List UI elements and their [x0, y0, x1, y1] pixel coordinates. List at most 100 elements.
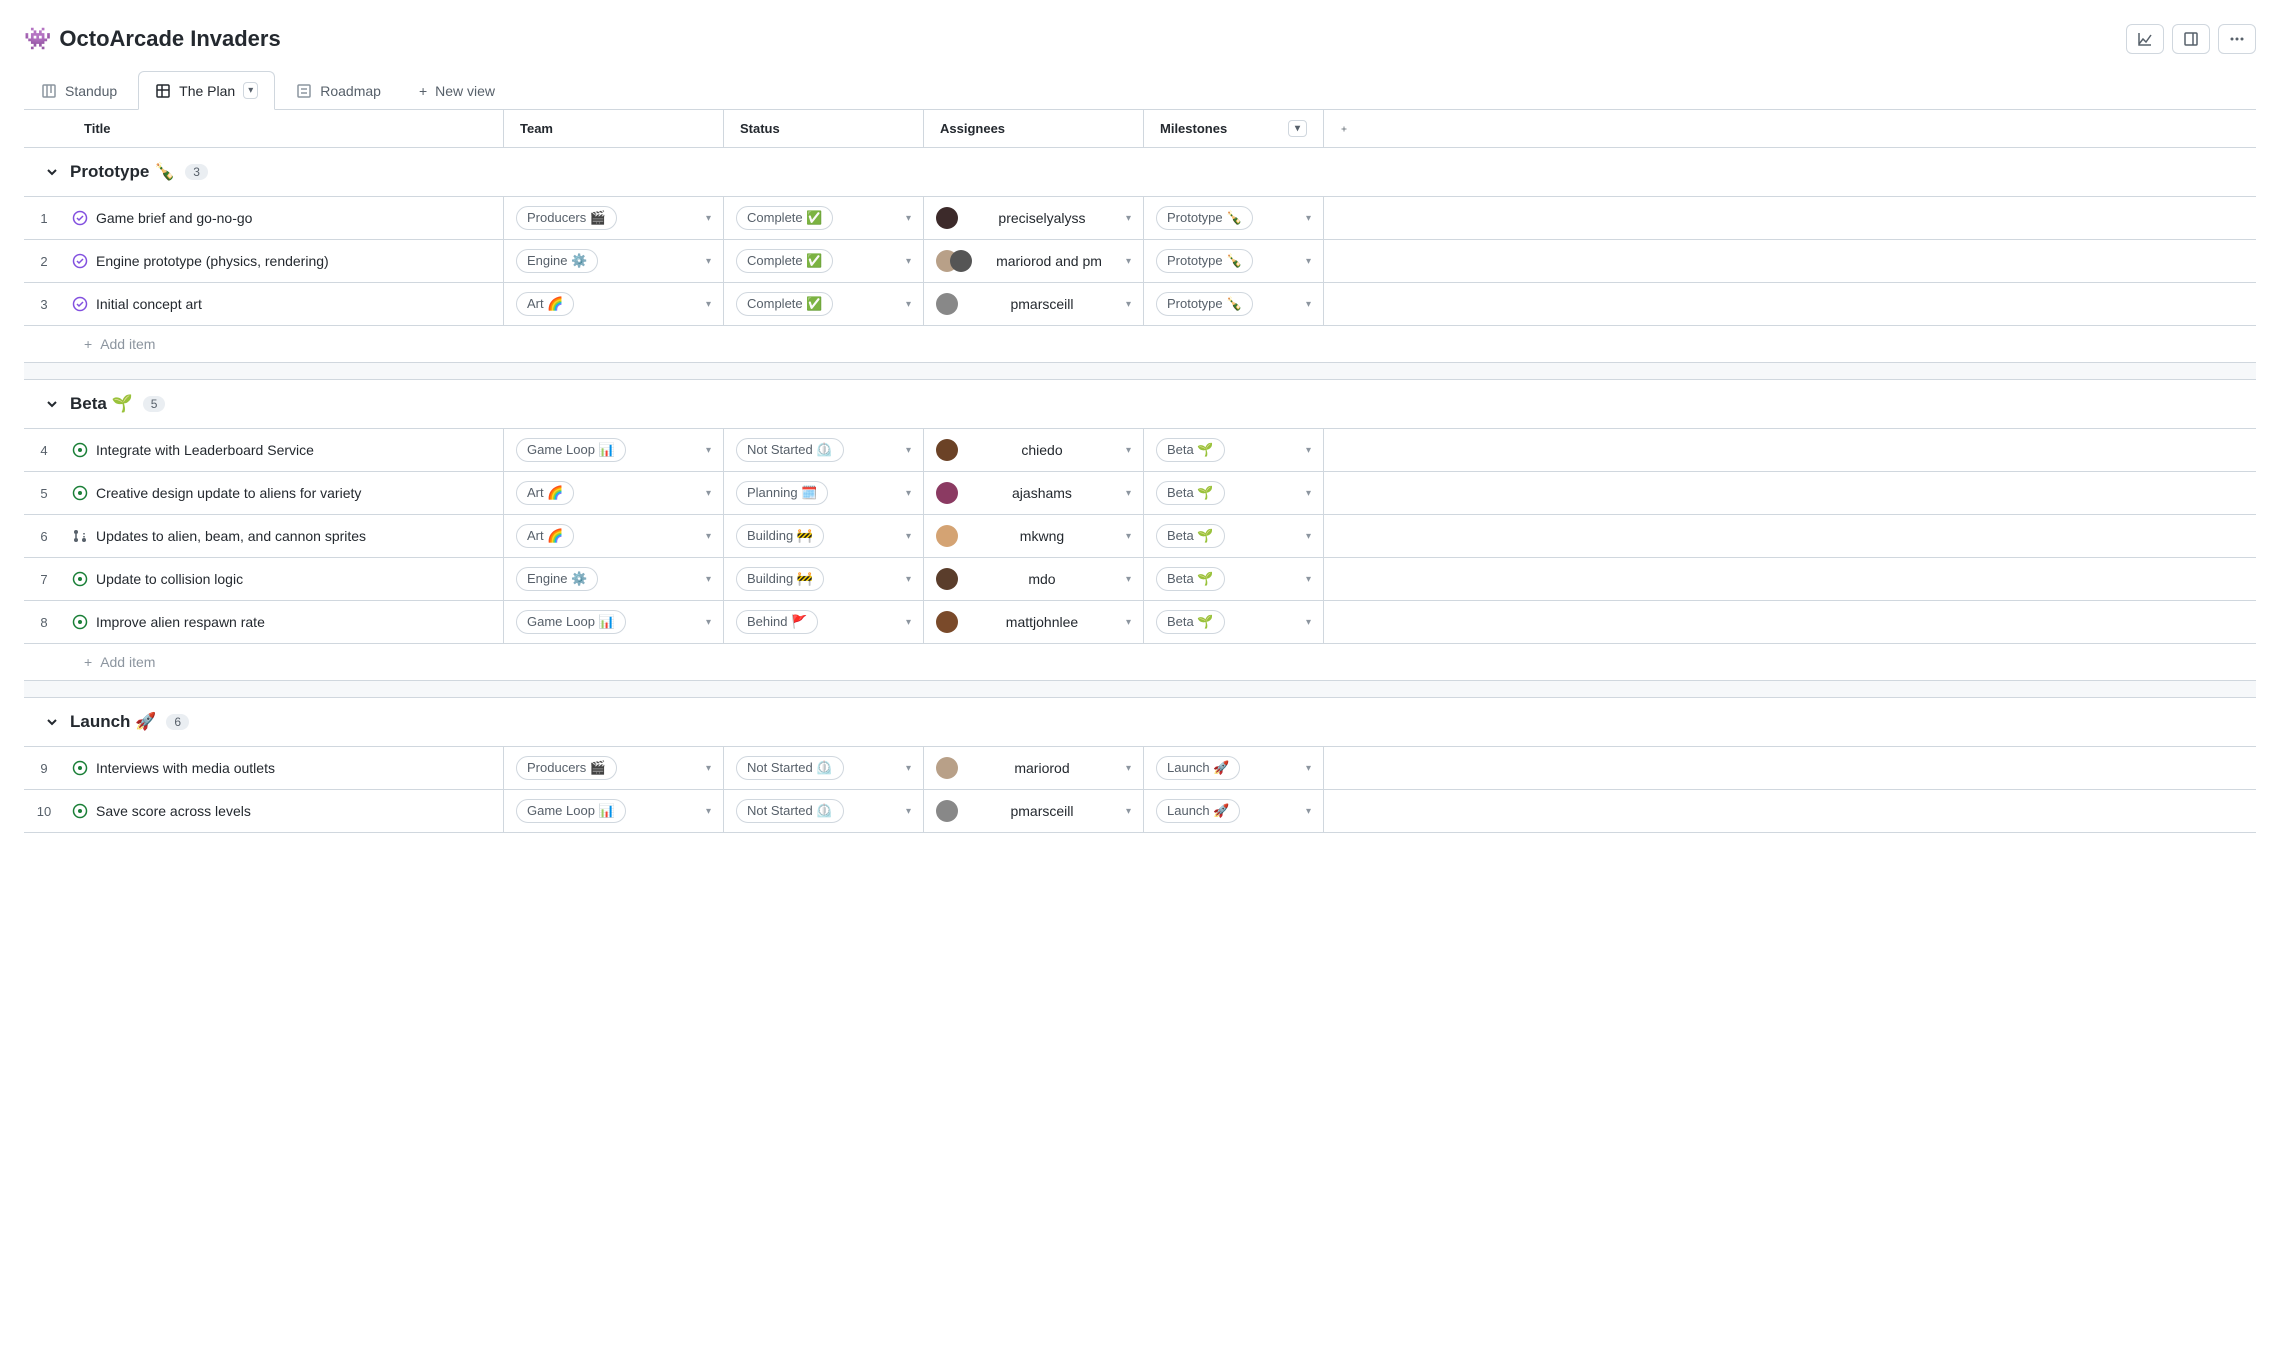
team-pill: Game Loop 📊: [516, 799, 626, 823]
assignees-cell[interactable]: mariorod▾: [924, 747, 1144, 789]
new-view-button[interactable]: + New view: [402, 72, 512, 110]
team-pill: Art 🌈: [516, 524, 574, 548]
group-separator: [24, 362, 2256, 380]
milestone-pill: Prototype 🍾: [1156, 249, 1253, 273]
assignees-cell[interactable]: pmarsceill▾: [924, 790, 1144, 832]
table-row[interactable]: 2Engine prototype (physics, rendering)En…: [24, 239, 2256, 282]
tab-menu-caret[interactable]: ▾: [243, 82, 258, 99]
team-cell[interactable]: Engine ⚙️▾: [504, 558, 724, 600]
milestone-cell[interactable]: Beta 🌱▾: [1144, 601, 1324, 643]
group-separator: [24, 680, 2256, 698]
assignees-cell[interactable]: mariorod and pm▾: [924, 240, 1144, 282]
chevron-down-icon: ▾: [1126, 256, 1131, 267]
team-cell[interactable]: Game Loop 📊▾: [504, 790, 724, 832]
chevron-down-icon: ▾: [906, 445, 911, 456]
tab-roadmap[interactable]: Roadmap: [279, 72, 398, 110]
add-item-button[interactable]: +Add item: [24, 643, 2256, 680]
milestone-pill: Beta 🌱: [1156, 438, 1225, 462]
column-header-status[interactable]: Status: [724, 110, 924, 147]
row-title[interactable]: Updates to alien, beam, and cannon sprit…: [96, 528, 366, 544]
team-cell[interactable]: Art 🌈▾: [504, 515, 724, 557]
column-header-milestones[interactable]: Milestones ▾: [1144, 110, 1324, 147]
insights-button[interactable]: [2126, 24, 2164, 54]
team-cell[interactable]: Game Loop 📊▾: [504, 601, 724, 643]
row-title[interactable]: Interviews with media outlets: [96, 760, 275, 776]
milestone-cell[interactable]: Beta 🌱▾: [1144, 558, 1324, 600]
graph-icon: [2137, 31, 2153, 47]
avatar: [936, 439, 958, 461]
column-header-assignees[interactable]: Assignees: [924, 110, 1144, 147]
status-cell[interactable]: Not Started ⏲️▾: [724, 747, 924, 789]
add-column-button[interactable]: [1324, 110, 1364, 147]
more-button[interactable]: [2218, 24, 2256, 54]
row-title[interactable]: Integrate with Leaderboard Service: [96, 442, 314, 458]
milestone-cell[interactable]: Beta 🌱▾: [1144, 429, 1324, 471]
chevron-down-icon: ▾: [1126, 763, 1131, 774]
issue-open-icon: [72, 803, 88, 819]
milestone-cell[interactable]: Prototype 🍾▾: [1144, 197, 1324, 239]
table-row[interactable]: 3Initial concept artArt 🌈▾Complete ✅▾pma…: [24, 282, 2256, 325]
row-title[interactable]: Initial concept art: [96, 296, 202, 312]
status-cell[interactable]: Not Started ⏲️▾: [724, 790, 924, 832]
milestone-cell[interactable]: Launch 🚀▾: [1144, 790, 1324, 832]
assignees-cell[interactable]: mdo▾: [924, 558, 1144, 600]
column-header-team[interactable]: Team: [504, 110, 724, 147]
table-row[interactable]: 9Interviews with media outletsProducers …: [24, 746, 2256, 789]
table-row[interactable]: 4Integrate with Leaderboard ServiceGame …: [24, 428, 2256, 471]
status-cell[interactable]: Behind 🚩 ▾: [724, 601, 924, 643]
assignees-cell[interactable]: ajashams▾: [924, 472, 1144, 514]
assignees-cell[interactable]: chiedo▾: [924, 429, 1144, 471]
status-cell[interactable]: Building 🚧▾: [724, 515, 924, 557]
team-cell[interactable]: Art 🌈▾: [504, 472, 724, 514]
table-row[interactable]: 5Creative design update to aliens for va…: [24, 471, 2256, 514]
milestone-cell[interactable]: Beta 🌱▾: [1144, 472, 1324, 514]
team-cell[interactable]: Game Loop 📊▾: [504, 429, 724, 471]
team-cell[interactable]: Producers 🎬▾: [504, 197, 724, 239]
table-row[interactable]: 10Save score across levelsGame Loop 📊▾No…: [24, 789, 2256, 833]
row-title[interactable]: Update to collision logic: [96, 571, 243, 587]
row-title[interactable]: Save score across levels: [96, 803, 251, 819]
group-header[interactable]: Launch 🚀6: [24, 698, 2256, 746]
tab-the-plan[interactable]: The Plan ▾: [138, 71, 275, 110]
status-cell[interactable]: Complete ✅▾: [724, 283, 924, 325]
add-item-button[interactable]: +Add item: [24, 325, 2256, 362]
chevron-down-icon: ▾: [906, 617, 911, 628]
assignees-cell[interactable]: mattjohnlee▾: [924, 601, 1144, 643]
team-cell[interactable]: Art 🌈▾: [504, 283, 724, 325]
kebab-icon: [2229, 31, 2245, 47]
milestone-cell[interactable]: Prototype 🍾▾: [1144, 240, 1324, 282]
status-pill: Behind 🚩: [736, 610, 818, 634]
assignees-cell[interactable]: mkwng▾: [924, 515, 1144, 557]
table-row[interactable]: 8Improve alien respawn rateGame Loop 📊▾B…: [24, 600, 2256, 643]
chevron-down-icon: [44, 396, 60, 412]
panel-button[interactable]: [2172, 24, 2210, 54]
tab-standup[interactable]: Standup: [24, 72, 134, 110]
row-title[interactable]: Creative design update to aliens for var…: [96, 485, 361, 501]
table-row[interactable]: 6Updates to alien, beam, and cannon spri…: [24, 514, 2256, 557]
row-title[interactable]: Engine prototype (physics, rendering): [96, 253, 329, 269]
column-header-title[interactable]: Title: [24, 110, 504, 147]
status-cell[interactable]: Building 🚧▾: [724, 558, 924, 600]
milestones-options-caret[interactable]: ▾: [1288, 120, 1307, 137]
milestone-cell[interactable]: Launch 🚀▾: [1144, 747, 1324, 789]
issue-closed-icon: [72, 253, 88, 269]
status-pill: Building 🚧: [736, 567, 824, 591]
assignees-cell[interactable]: pmarsceill▾: [924, 283, 1144, 325]
status-cell[interactable]: Complete ✅▾: [724, 197, 924, 239]
status-cell[interactable]: Complete ✅▾: [724, 240, 924, 282]
chevron-down-icon: ▾: [1306, 213, 1311, 224]
row-title[interactable]: Game brief and go-no-go: [96, 210, 252, 226]
table-row[interactable]: 7Update to collision logicEngine ⚙️▾Buil…: [24, 557, 2256, 600]
status-cell[interactable]: Not Started ⏲️▾: [724, 429, 924, 471]
assignees-cell[interactable]: preciselyalyss▾: [924, 197, 1144, 239]
table-row[interactable]: 1Game brief and go-no-goProducers 🎬▾Comp…: [24, 196, 2256, 239]
status-cell[interactable]: Planning 🗓️▾: [724, 472, 924, 514]
group-header[interactable]: Beta 🌱5: [24, 380, 2256, 428]
team-cell[interactable]: Producers 🎬▾: [504, 747, 724, 789]
milestone-cell[interactable]: Prototype 🍾▾: [1144, 283, 1324, 325]
add-item-label: Add item: [100, 336, 155, 352]
milestone-cell[interactable]: Beta 🌱▾: [1144, 515, 1324, 557]
row-title[interactable]: Improve alien respawn rate: [96, 614, 265, 630]
team-cell[interactable]: Engine ⚙️▾: [504, 240, 724, 282]
group-header[interactable]: Prototype 🍾3: [24, 148, 2256, 196]
